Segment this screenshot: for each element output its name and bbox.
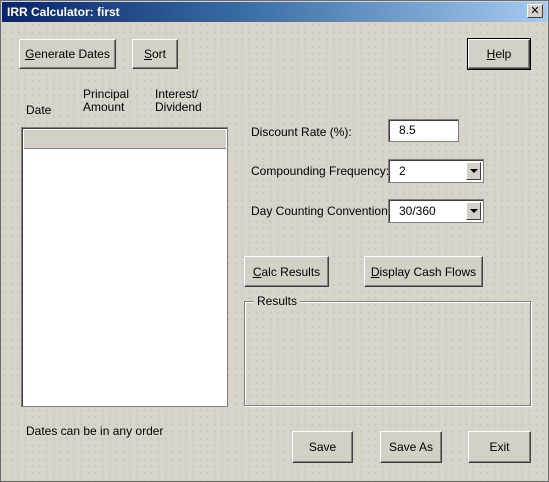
title-bar[interactable]: IRR Calculator: first ✕ xyxy=(2,2,547,22)
day-count-convention-select[interactable]: 30/360 xyxy=(388,199,484,223)
compounding-frequency-select[interactable]: 2 xyxy=(388,159,484,183)
exit-label: Exit xyxy=(489,440,510,454)
display-cash-flows-button[interactable]: Display Cash Flows xyxy=(364,256,483,287)
irr-calculator-window: IRR Calculator: first ✕ Generate Dates S… xyxy=(0,0,549,482)
close-icon: ✕ xyxy=(530,5,540,17)
save-as-button[interactable]: Save As xyxy=(380,431,442,463)
save-button[interactable]: Save xyxy=(292,431,353,463)
discount-rate-value: 8.5 xyxy=(399,123,416,137)
generate-dates-button[interactable]: Generate Dates xyxy=(19,39,116,69)
day-count-convention-label: Day Counting Convention: xyxy=(251,204,392,218)
cash-flow-listbox[interactable] xyxy=(21,127,228,407)
column-header-date: Date xyxy=(26,103,52,117)
calc-results-label: Calc Results xyxy=(252,264,321,279)
column-header-interest-line2: Dividend xyxy=(155,100,202,114)
calc-results-button[interactable]: Calc Results xyxy=(244,256,329,287)
save-as-label: Save As xyxy=(388,440,434,454)
day-count-convention-value: 30/360 xyxy=(399,204,436,218)
column-header-principal-line2: Amount xyxy=(83,100,125,114)
help-button[interactable]: Help xyxy=(467,38,531,70)
discount-rate-input[interactable]: 8.5 xyxy=(388,119,459,142)
chevron-down-icon[interactable] xyxy=(466,202,481,220)
results-group: Results xyxy=(244,294,531,406)
results-title: Results xyxy=(254,294,301,308)
discount-rate-label: Discount Rate (%): xyxy=(251,125,352,139)
window-title: IRR Calculator: first xyxy=(7,5,120,19)
generate-dates-label: Generate Dates xyxy=(25,47,110,61)
compounding-frequency-value: 2 xyxy=(399,164,406,178)
close-button[interactable]: ✕ xyxy=(527,4,543,18)
chevron-down-icon[interactable] xyxy=(466,162,481,180)
sort-button[interactable]: Sort xyxy=(132,39,178,69)
display-cash-flows-label: Display Cash Flows xyxy=(370,264,477,279)
sort-label: Sort xyxy=(143,47,167,61)
dates-order-note: Dates can be in any order xyxy=(26,424,164,438)
help-label: Help xyxy=(486,47,512,61)
exit-button[interactable]: Exit xyxy=(468,431,531,463)
save-label: Save xyxy=(308,440,337,454)
listbox-header-row xyxy=(24,130,226,149)
compounding-frequency-label: Compounding Frequency: xyxy=(251,164,390,178)
